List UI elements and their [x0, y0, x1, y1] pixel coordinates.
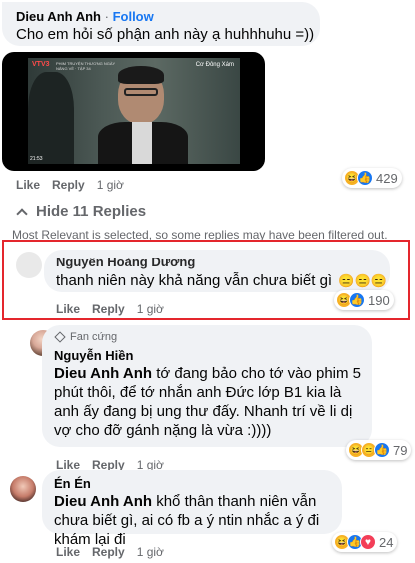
reply-button[interactable]: Reply [92, 302, 125, 316]
avatar[interactable] [10, 476, 36, 502]
hide-replies-label: Hide 11 Replies [36, 203, 147, 220]
reply-actions: Like Reply 1 giờ [56, 302, 164, 316]
avatar[interactable] [16, 252, 42, 278]
heart-icon: ♥ [360, 534, 376, 550]
like-icon: 👍 [357, 170, 373, 186]
like-icon: 👍 [374, 442, 390, 458]
separator: · [104, 9, 109, 24]
person-center-shirt [132, 122, 152, 164]
reply-button[interactable]: Reply [92, 545, 125, 559]
reply-author[interactable]: Én Én [54, 476, 91, 491]
mention-link[interactable]: Dieu Anh Anh [54, 365, 152, 382]
timestamp[interactable]: 1 giờ [137, 302, 164, 316]
reply-text: Dieu Anh Anh khổ thân thanh niên vẫn chư… [54, 492, 332, 549]
comment-actions: Like Reply 1 giờ [16, 178, 124, 192]
reply-author[interactable]: Nguyễn Hiền [54, 348, 133, 363]
like-icon: 👍 [349, 292, 365, 308]
comment-text: Cho em hỏi số phận anh này ạ huhhhuhu =)… [16, 26, 315, 43]
reaction-summary[interactable]: 😆 👍 ♥ 24 [332, 532, 398, 552]
reply-text: Dieu Anh Anh tớ đang bảo cho tớ vào phim… [54, 364, 366, 440]
reply-bubble: Nguyễn Hoàng Dương thanh niên này khả nă… [44, 250, 390, 292]
reply-emojis: 😑😑😑 [338, 273, 387, 288]
reply-text-content: thanh niên này khả năng vẫn chưa biết gì [56, 272, 333, 289]
follow-link[interactable]: Follow [113, 9, 154, 24]
reaction-count: 79 [393, 442, 408, 458]
person-center-glasses [124, 88, 158, 96]
reaction-summary[interactable]: 😆 😑 👍 79 [346, 440, 412, 460]
like-button[interactable]: Like [16, 178, 40, 192]
reply-bubble: Én Én Dieu Anh Anh khổ thân thanh niên v… [42, 470, 342, 548]
reaction-summary[interactable]: 😆 👍 190 [334, 290, 394, 310]
like-button[interactable]: Like [56, 302, 80, 316]
reply-actions: Like Reply 1 giờ [56, 545, 164, 559]
corner-text: Cơ Đông Xám [195, 62, 234, 68]
video-thumbnail[interactable]: VTV3 PHIM TRUYỆN THƯƠNG NGÀY NẮNG VỀ · T… [2, 52, 265, 171]
fan-badge-label: Fan cứng [70, 331, 118, 343]
hide-replies-toggle[interactable]: Hide 11 Replies [16, 203, 146, 220]
reply-bubble: Fan cứng Nguyễn Hiền Dieu Anh Anh tớ đan… [42, 325, 372, 447]
reaction-count: 429 [376, 170, 398, 186]
chevron-up-icon [16, 207, 28, 220]
reply-author[interactable]: Nguyễn Hoàng Dương [56, 258, 195, 269]
comment-author[interactable]: Dieu Anh Anh [16, 9, 101, 24]
person-left [28, 72, 74, 164]
fan-badge: Fan cứng [54, 331, 118, 343]
video-time: 21:53 [30, 156, 43, 162]
like-button[interactable]: Like [56, 545, 80, 559]
comment-bubble: Dieu Anh Anh · Follow Cho em hỏi số phận… [2, 2, 320, 46]
reply-text: thanh niên này khả năng vẫn chưa biết gì… [56, 271, 387, 290]
channel-logo: VTV3 [32, 61, 50, 68]
reaction-summary[interactable]: 😆 👍 429 [342, 168, 402, 188]
reply-button[interactable]: Reply [52, 178, 85, 192]
reaction-count: 24 [379, 534, 394, 550]
timestamp[interactable]: 1 giờ [137, 545, 164, 559]
mention-link[interactable]: Dieu Anh Anh [54, 493, 152, 510]
video-caption: PHIM TRUYỆN THƯƠNG NGÀY NẮNG VỀ · TẬP 34 [56, 61, 116, 71]
video-frame: VTV3 PHIM TRUYỆN THƯƠNG NGÀY NẮNG VỀ · T… [28, 58, 240, 164]
timestamp[interactable]: 1 giờ [97, 178, 124, 192]
reaction-count: 190 [368, 292, 390, 308]
person-center-hair [118, 66, 164, 84]
diamond-icon [54, 331, 66, 343]
